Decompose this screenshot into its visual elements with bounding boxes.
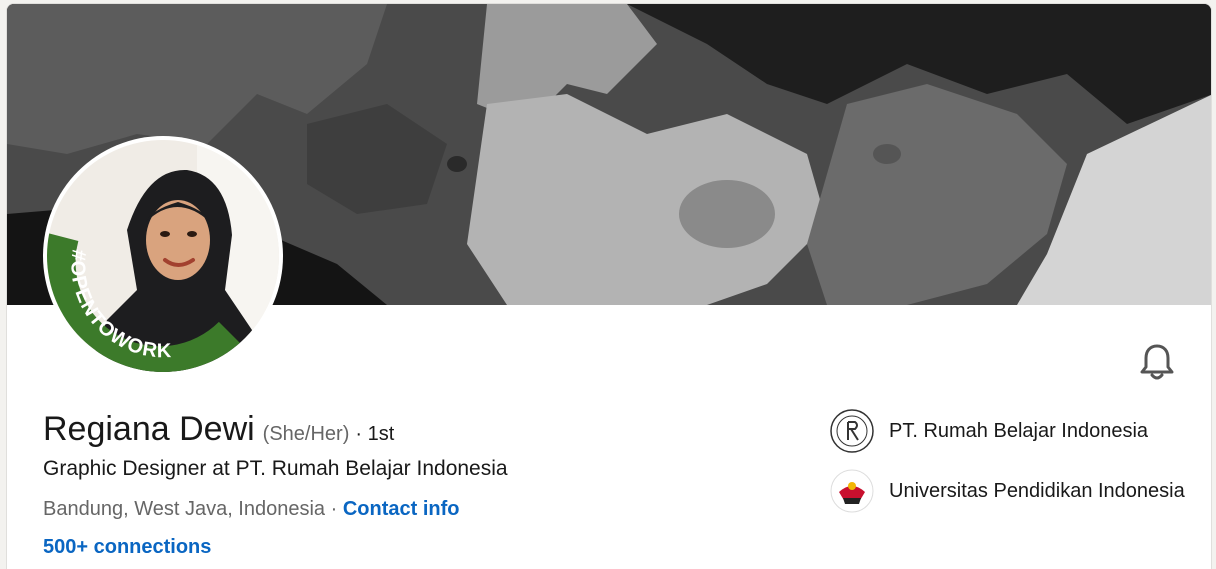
location-separator: ·: [325, 498, 343, 520]
org-name: PT. Rumah Belajar Indonesia: [889, 420, 1149, 442]
profile-location: Bandung, West Java, Indonesia: [43, 498, 326, 520]
connections-link[interactable]: 500+ connections: [43, 536, 211, 559]
rumah-belajar-logo-icon: [829, 408, 875, 454]
profile-headline: Graphic Designer at PT. Rumah Belajar In…: [43, 457, 508, 480]
profile-card: #OPENTOWORK Regiana Dewi (She/Her) · 1st…: [6, 3, 1212, 569]
profile-name: Regiana Dewi: [43, 410, 255, 448]
profile-photo[interactable]: #OPENTOWORK: [43, 136, 283, 376]
org-name: Universitas Pendidikan Indonesia: [889, 480, 1185, 502]
name-row: Regiana Dewi (She/Her) · 1st: [43, 410, 394, 449]
contact-info-link[interactable]: Contact info: [343, 498, 460, 520]
profile-pronouns: (She/Her): [262, 423, 350, 445]
bell-icon[interactable]: [1139, 342, 1175, 382]
location-row: Bandung, West Java, Indonesia · Contact …: [43, 498, 459, 521]
connection-degree: · 1st: [355, 423, 395, 445]
upi-logo-icon: [829, 468, 875, 514]
org-item-upi[interactable]: Universitas Pendidikan Indonesia: [829, 468, 1189, 514]
org-item-rumah-belajar[interactable]: PT. Rumah Belajar Indonesia: [829, 408, 1189, 454]
